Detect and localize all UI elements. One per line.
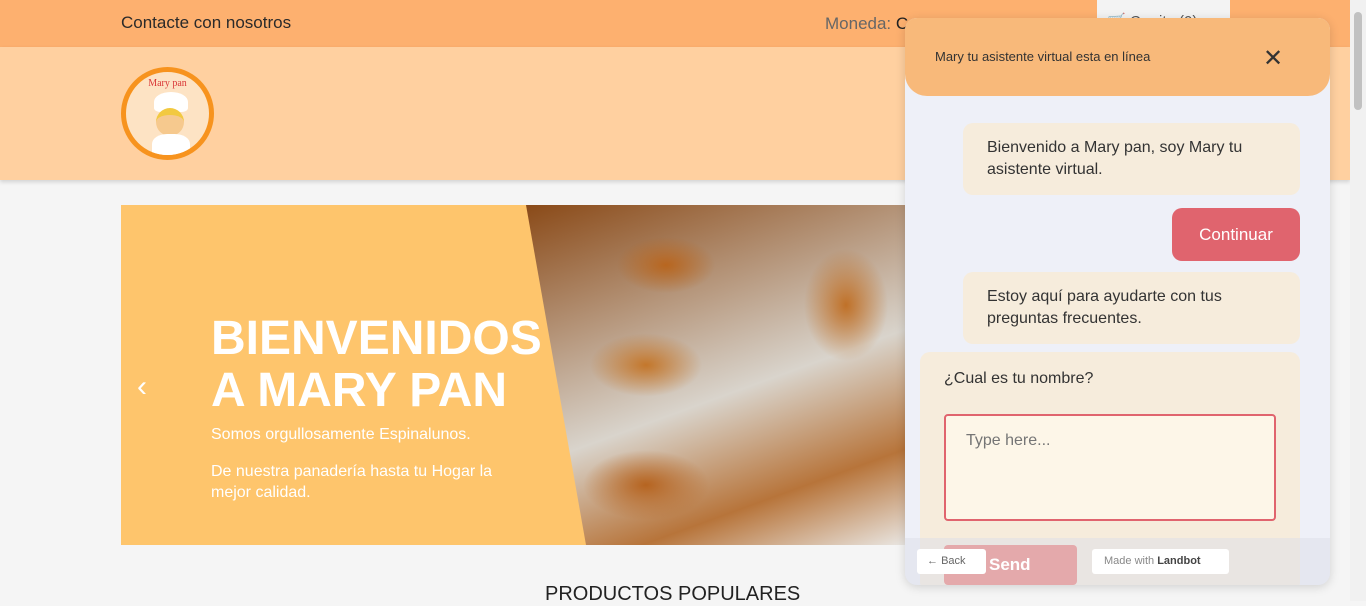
chat-title: Mary tu asistente virtual esta en línea — [935, 49, 1151, 64]
hero-subtitle: Somos orgullosamente Espinalunos. — [211, 426, 471, 443]
landbot-badge[interactable]: Made with Landbot — [1092, 549, 1229, 574]
currency-label: Moneda: — [825, 14, 892, 33]
hero-title-line2: A MARY PAN — [211, 364, 508, 417]
carousel-prev-icon[interactable]: ‹ — [137, 370, 147, 404]
hero-title: BIENVENIDOS A MARY PAN — [211, 313, 542, 417]
logo[interactable]: Mary pan — [121, 67, 214, 160]
made-with-label: Made with — [1104, 555, 1155, 567]
hero-description: De nuestra panadería hasta tu Hogar la m… — [211, 463, 493, 501]
landbot-brand: Landbot — [1157, 555, 1201, 567]
arrow-left-icon: ← — [927, 555, 938, 567]
scrollbar-thumb[interactable] — [1354, 12, 1362, 110]
chat-widget: Mary tu asistente virtual esta en línea ✕… — [905, 18, 1330, 585]
back-button[interactable]: ← Back — [917, 549, 986, 574]
chef-body — [152, 134, 190, 155]
name-input[interactable] — [944, 414, 1276, 521]
bot-message: Bienvenido a Mary pan, soy Mary tu asist… — [963, 123, 1300, 195]
contact-link[interactable]: Contacte con nosotros — [121, 13, 291, 33]
section-title: PRODUCTOS POPULARES — [545, 583, 801, 605]
hero-carousel: BIENVENIDOS A MARY PAN Somos orgullosamen… — [121, 205, 905, 545]
chef-face — [156, 108, 184, 136]
logo-text: Mary pan — [148, 78, 187, 89]
bot-message: Estoy aquí para ayudarte con tus pregunt… — [963, 272, 1300, 344]
close-icon[interactable]: ✕ — [1263, 44, 1283, 73]
hero-title-line1: BIENVENIDOS — [211, 312, 542, 365]
chat-header: Mary tu asistente virtual esta en línea ✕ — [905, 18, 1330, 96]
question-label: ¿Cual es tu nombre? — [944, 370, 1094, 387]
back-label: Back — [941, 555, 966, 567]
currency-selector[interactable]: Moneda: C — [825, 14, 908, 34]
croissant-image — [526, 205, 905, 545]
continue-button[interactable]: Continuar — [1172, 208, 1300, 261]
